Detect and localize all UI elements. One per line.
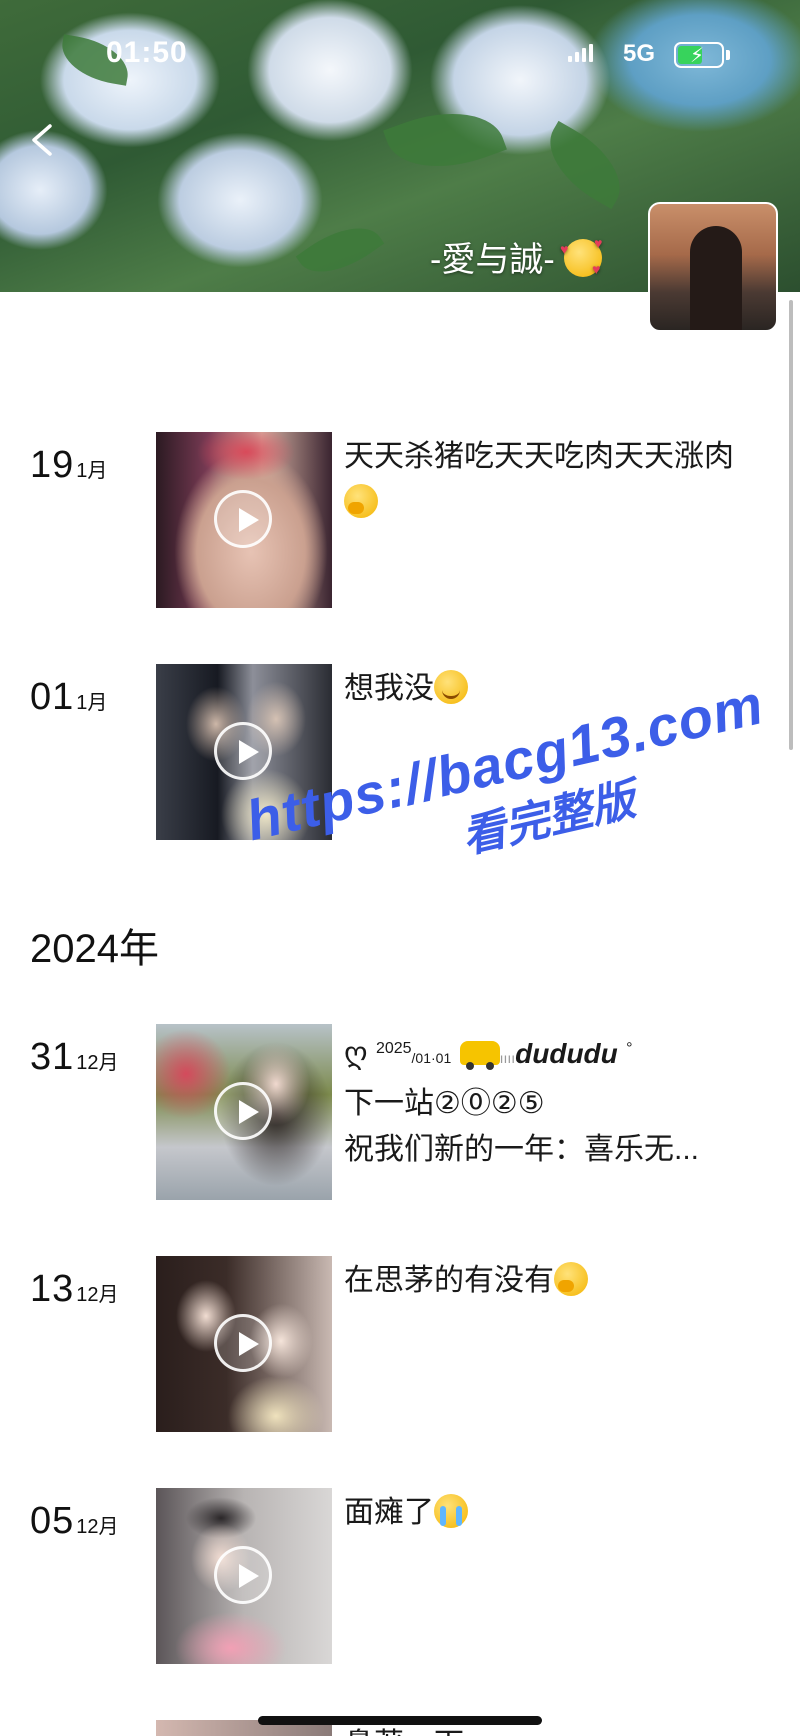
entry-date: 31 12月 [30,1036,119,1079]
video-thumbnail[interactable] [156,432,332,608]
date-day: 31 [30,1036,75,1078]
caption-text: 面瘫了 [344,1496,434,1529]
caption-text: 想我没 [344,672,434,705]
date-month: 12月 [76,1052,119,1074]
nickname-text: -愛与誠- [430,241,555,279]
caption-text: 鼻著一下 [344,1728,464,1736]
entry-caption: ღ 2025/01·01 ııııdududu ° 下一站②⓪②⑤ 祝我们新的一… [344,1026,744,1173]
home-indicator[interactable] [258,1716,542,1725]
battery-tip [726,50,730,60]
profile-nickname: -愛与誠- ♥ ♥ ♥ [430,232,602,281]
date-day: 05 [30,1500,75,1542]
year-header: 2024年 [30,927,159,971]
speed-lines: ıııı [499,1050,516,1066]
entry-date: 01 1月 [30,676,107,719]
entry-caption: 在思茅的有没有 [344,1258,744,1304]
status-bar: 01:50 5G ⚡ [0,36,800,76]
crying-emoji-icon [434,1494,468,1528]
caption-text: 在思茅的有没有 [344,1264,554,1297]
leaf-decoration [383,92,507,188]
leaf-decoration [533,120,637,210]
date-month: 1月 [76,460,108,482]
caption-line1-year: 2025 [375,1040,412,1057]
caption-line-2: 下一站②⓪②⑤ [344,1087,545,1120]
play-icon[interactable] [214,1082,272,1140]
entry-date: 05 12月 [30,1500,119,1543]
caption-line1-word: dududu [515,1038,618,1069]
battery-icon: ⚡ [674,42,724,68]
play-icon[interactable] [214,1314,272,1372]
leaf-decoration [295,210,385,290]
caption-line-1: ღ 2025/01·01 ııııdududu ° [344,1026,744,1081]
play-icon[interactable] [214,490,272,548]
caption-line-3: 祝我们新的一年：喜乐无... [344,1133,700,1166]
entry-caption: 天天杀猪吃天天吃肉天天涨肉 [344,434,744,526]
signal-icon [568,44,593,62]
smiling-hearts-emoji-icon: ♥ ♥ ♥ [560,235,603,277]
video-thumbnail[interactable] [156,1256,332,1432]
entry-caption: 面瘫了 [344,1490,744,1536]
back-icon[interactable] [28,122,56,158]
smile-emoji-icon [434,670,468,704]
date-day: 13 [30,1268,75,1310]
entry-date: 12 [30,1732,74,1736]
play-icon[interactable] [214,1546,272,1604]
date-month: 12月 [76,1284,119,1306]
thinking-emoji-icon [554,1262,588,1296]
video-thumbnail[interactable] [156,1488,332,1664]
date-month: 1月 [76,692,108,714]
video-thumbnail[interactable] [156,1024,332,1200]
network-type: 5G [623,40,656,67]
entry-date: 19 1月 [30,444,107,487]
date-month: 12月 [76,1516,119,1538]
date-day: 12 [30,1732,74,1736]
thinking-emoji-icon [344,484,378,518]
caption-text: 天天杀猪吃天天吃肉天天涨肉 [344,440,734,473]
caption-line1-prefix: ღ [344,1037,368,1070]
scrollbar[interactable] [789,300,793,750]
taxi-icon [459,1041,500,1070]
play-icon[interactable] [214,722,272,780]
status-time: 01:50 [106,36,188,69]
caption-line1-date: /01·01 [411,1050,452,1066]
date-day: 19 [30,444,75,486]
avatar[interactable] [648,202,778,332]
entry-date: 13 12月 [30,1268,119,1311]
caption-line1-suffix: ° [626,1040,633,1057]
date-day: 01 [30,676,75,718]
